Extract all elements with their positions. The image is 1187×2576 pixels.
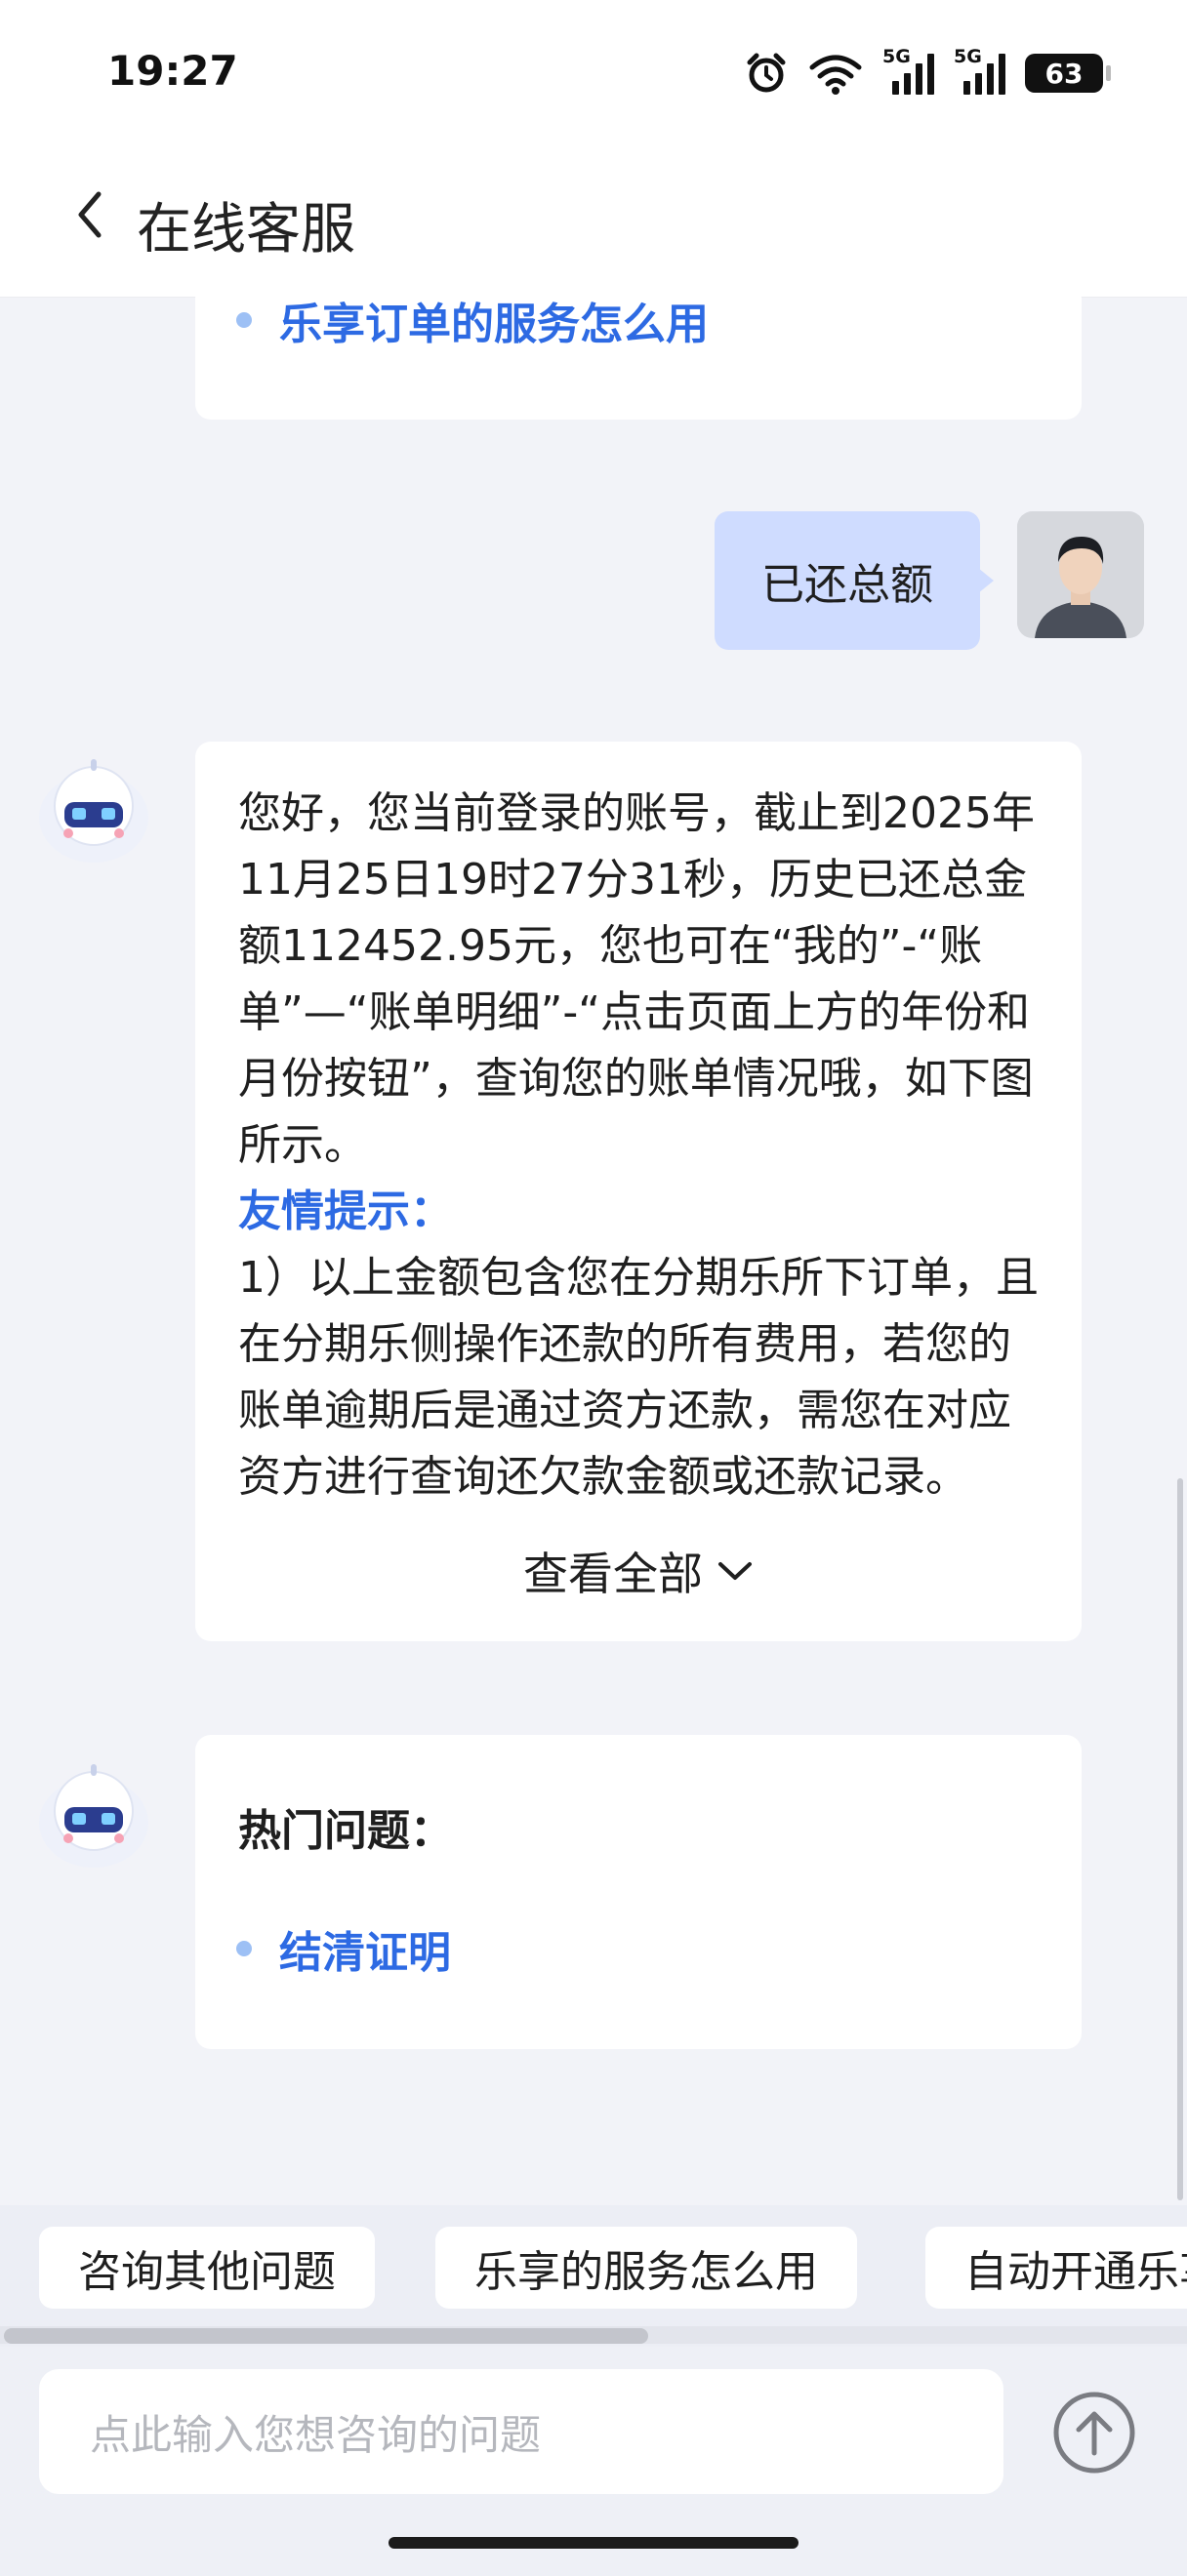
quick-chip[interactable]: 自动开通乐享 <box>925 2227 1187 2309</box>
hot-questions-title: 热门问题： <box>238 1806 453 1856</box>
cellular-signal-icon: 5G <box>954 46 1005 95</box>
tip-title: 友情提示： <box>238 1187 453 1236</box>
bot-answer-text: 您好，您当前登录的账号，截止到2025年11月25日19时27分31秒，历史已还… <box>238 781 1041 1550</box>
user-message-bubble: 已还总额 <box>715 511 994 650</box>
status-time: 19:27 <box>107 47 238 95</box>
expand-all-button[interactable]: 查看全部 <box>195 1532 1082 1610</box>
link-label: 乐享订单的服务怎么用 <box>279 300 709 349</box>
bot-avatar <box>35 751 152 868</box>
page-title: 在线客服 <box>137 198 355 262</box>
page-header: 在线客服 <box>0 146 1187 298</box>
tip-text: 1）以上金额包含您在分期乐所下订单，且在分期乐侧操作还款的所有费用，若您的账单逾… <box>238 1253 1039 1502</box>
previous-hot-questions-card: 乐享订单的服务怎么用 <box>195 283 1082 420</box>
vertical-scrollbar[interactable] <box>1177 1478 1183 2200</box>
quick-chip[interactable]: 乐享的服务怎么用 <box>435 2227 857 2309</box>
answer-paragraph: 您好，您当前登录的账号，截止到2025年11月25日19时27分31秒，历史已还… <box>238 788 1035 1170</box>
bullet-dot <box>236 312 252 328</box>
signal-label: 5G <box>882 46 911 67</box>
hot-questions-card <box>195 1735 1082 2049</box>
cellular-signal-icon: 5G <box>882 46 934 95</box>
quick-chip[interactable]: 咨询其他问题 <box>39 2227 375 2309</box>
status-bar: 19:27 5G 5G 63 <box>0 0 1187 146</box>
question-input[interactable]: 点此输入您想咨询的问题 <box>39 2369 1003 2494</box>
alarm-icon <box>747 53 786 93</box>
bot-avatar <box>35 1756 152 1873</box>
home-indicator[interactable] <box>389 2537 798 2549</box>
horizontal-scrollbar[interactable] <box>4 2328 648 2344</box>
user-message-text: 已还总额 <box>761 560 933 610</box>
bullet-dot <box>236 1941 252 1956</box>
back-chevron-icon[interactable] <box>61 185 119 244</box>
send-button[interactable] <box>1052 2391 1136 2475</box>
hot-question-link[interactable]: 乐享订单的服务怎么用 <box>236 289 709 351</box>
user-avatar <box>1017 511 1144 638</box>
battery-icon: 63 <box>1025 54 1111 93</box>
hot-question-link[interactable]: 结清证明 <box>236 1917 451 1980</box>
signal-label: 5G <box>954 46 982 67</box>
wifi-icon <box>809 55 862 95</box>
link-label: 结清证明 <box>279 1928 451 1978</box>
arrow-up-circle-icon <box>1053 2392 1135 2474</box>
chevron-down-icon <box>718 1562 752 1580</box>
expand-label: 查看全部 <box>523 1548 703 1600</box>
status-icons: 5G 5G 63 <box>744 46 1111 96</box>
